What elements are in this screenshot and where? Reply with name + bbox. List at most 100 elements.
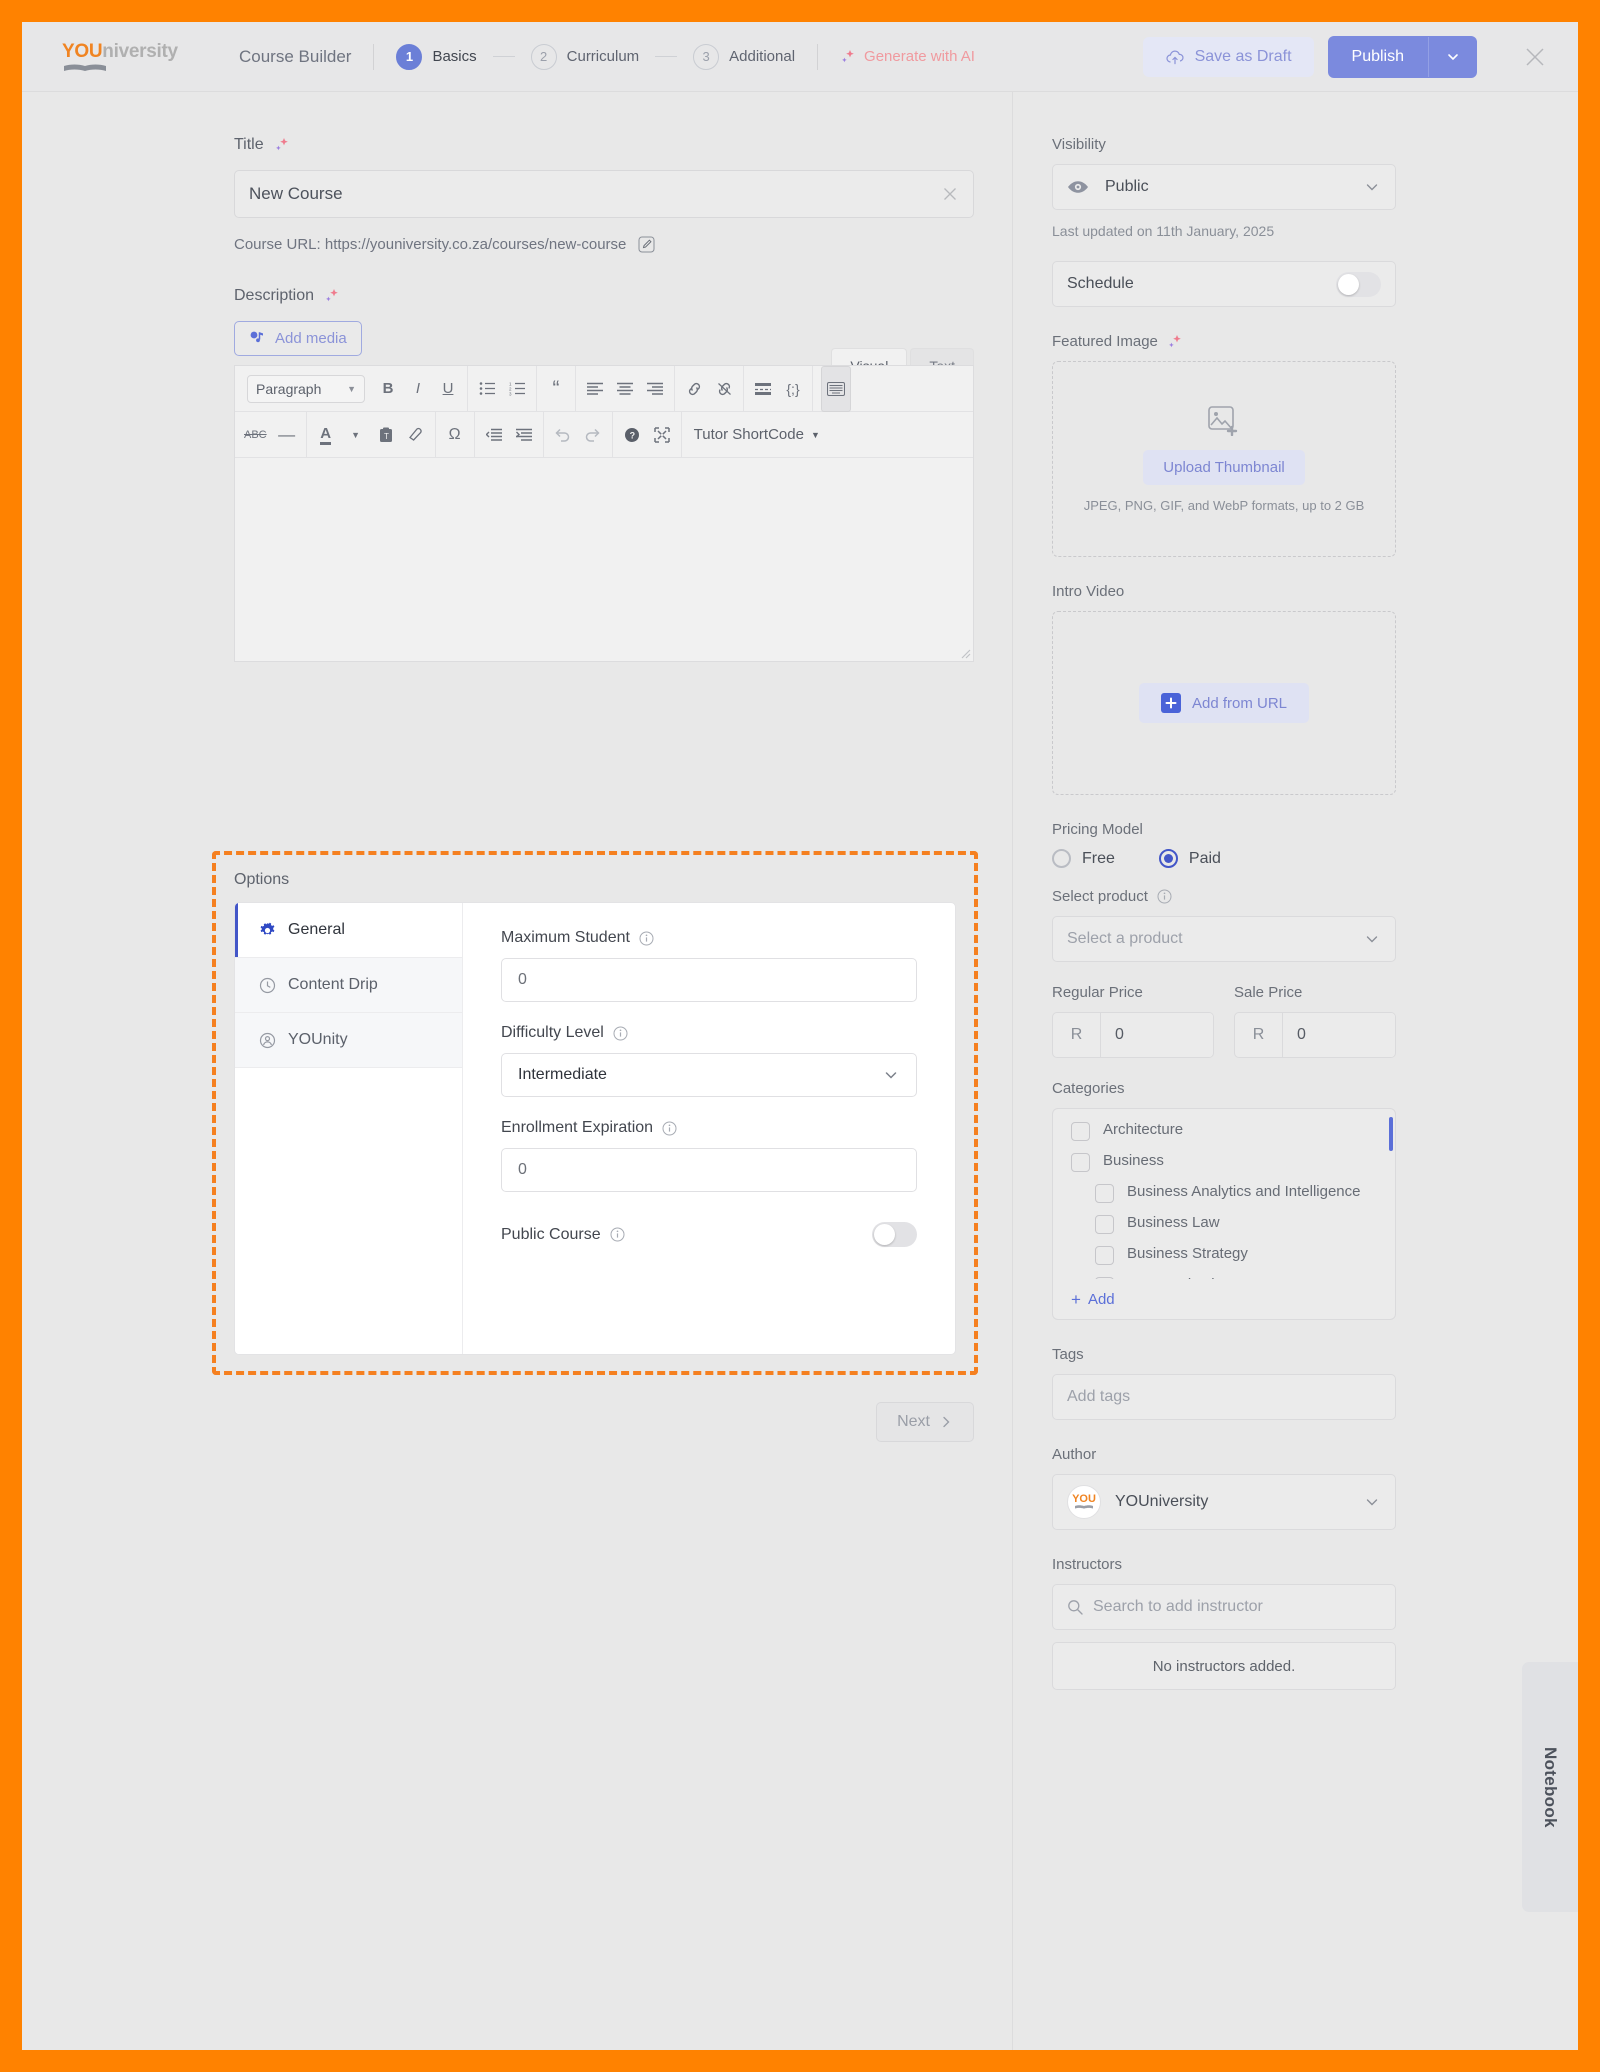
unlink-icon [717, 382, 731, 395]
difficulty-select[interactable]: Intermediate [501, 1053, 917, 1097]
italic-button[interactable]: I [403, 366, 433, 412]
options-tab-younity[interactable]: YOUnity [235, 1013, 462, 1068]
align-right-button[interactable] [640, 366, 670, 412]
category-item[interactable]: Business [1071, 1152, 1385, 1172]
tags-input[interactable]: Add tags [1052, 1374, 1396, 1420]
notebook-tab[interactable]: Notebook [1522, 1662, 1578, 1912]
bullet-list-button[interactable] [472, 366, 502, 412]
text-color-button[interactable]: A [311, 412, 341, 458]
undo-button[interactable] [548, 412, 578, 458]
checkbox[interactable] [1095, 1215, 1114, 1234]
sparkle-icon[interactable] [324, 288, 340, 304]
info-icon[interactable] [662, 1121, 677, 1136]
add-category-button[interactable]: + Add [1071, 1291, 1115, 1308]
regular-price-input[interactable]: R 0 [1052, 1012, 1214, 1058]
options-tab-content-drip[interactable]: Content Drip [235, 958, 462, 1013]
keyboard-shortcuts-button[interactable]: ? [617, 412, 647, 458]
next-button[interactable]: Next [876, 1402, 974, 1442]
sale-price-input[interactable]: R 0 [1234, 1012, 1396, 1058]
instructor-search-input[interactable]: Search to add instructor [1052, 1584, 1396, 1630]
sparkle-icon[interactable] [1167, 334, 1183, 350]
step-curriculum[interactable]: 2 Curriculum [530, 43, 639, 70]
max-student-label-row: Maximum Student [501, 929, 917, 947]
enrollment-input[interactable]: 0 [501, 1148, 917, 1192]
redo-button[interactable] [578, 412, 608, 458]
checkbox[interactable] [1095, 1277, 1114, 1279]
builder-body: Title New Course Course URL: https://you… [22, 92, 1578, 2050]
category-item[interactable]: Business Strategy [1071, 1245, 1385, 1265]
read-more-button[interactable] [748, 366, 778, 412]
radio-circle [1052, 849, 1071, 868]
horizontal-rule-button[interactable]: — [272, 412, 302, 458]
publish-dropdown-button[interactable] [1428, 36, 1477, 77]
bold-button[interactable]: B [373, 366, 403, 412]
generate-with-ai-button[interactable]: Generate with AI [840, 48, 975, 65]
avatar-text: YOU [1072, 1493, 1096, 1505]
underline-button[interactable]: U [433, 366, 463, 412]
align-left-button[interactable] [580, 366, 610, 412]
categories-scrollbar[interactable] [1389, 1117, 1393, 1151]
pricing-paid-option[interactable]: Paid [1158, 849, 1221, 868]
clear-formatting-button[interactable] [401, 412, 431, 458]
info-icon[interactable] [639, 931, 654, 946]
save-as-draft-button[interactable]: Save as Draft [1142, 36, 1314, 77]
paste-as-text-button[interactable]: T [371, 412, 401, 458]
max-student-input[interactable]: 0 [501, 958, 917, 1002]
editor-content-area[interactable] [235, 458, 973, 661]
text-color-dropdown[interactable]: ▼ [341, 412, 371, 458]
paragraph-format-select[interactable]: Paragraph ▼ [247, 374, 365, 403]
featured-image-dropzone[interactable]: Upload Thumbnail JPEG, PNG, GIF, and Web… [1052, 361, 1396, 557]
add-category-label: Add [1087, 1291, 1115, 1308]
upload-thumbnail-button[interactable]: Upload Thumbnail [1143, 449, 1305, 485]
select-product-dropdown[interactable]: Select a product [1052, 916, 1396, 962]
close-button[interactable] [1522, 44, 1548, 70]
checkbox[interactable] [1095, 1246, 1114, 1265]
blockquote-button[interactable]: “ [541, 366, 571, 412]
category-item[interactable]: Architecture [1071, 1121, 1385, 1141]
options-general-pane: Maximum Student 0 Difficulty Level Inter… [463, 903, 955, 1354]
checkbox[interactable] [1095, 1184, 1114, 1203]
info-icon[interactable] [1157, 889, 1172, 904]
add-from-url-button[interactable]: Add from URL [1138, 683, 1310, 723]
checkbox[interactable] [1071, 1153, 1090, 1172]
step-basics[interactable]: 1 Basics [396, 43, 477, 70]
category-item[interactable]: Business Law [1071, 1214, 1385, 1234]
add-media-button[interactable]: Add media [234, 321, 362, 356]
special-character-button[interactable]: Ω [440, 412, 470, 458]
edit-icon[interactable] [638, 236, 655, 253]
info-icon[interactable] [613, 1026, 628, 1041]
resize-handle[interactable] [957, 645, 971, 659]
category-item[interactable]: Business Analytics and Intelligence [1071, 1183, 1385, 1203]
step-number: 2 [530, 43, 557, 70]
publish-button[interactable]: Publish [1328, 36, 1428, 78]
pricing-free-option[interactable]: Free [1052, 849, 1115, 868]
schedule-toggle[interactable] [1336, 271, 1381, 297]
numbered-list-button[interactable]: 123 [502, 366, 532, 412]
fullscreen-button[interactable] [647, 412, 677, 458]
insert-link-button[interactable] [679, 366, 709, 412]
strikethrough-button[interactable]: ABC [239, 412, 272, 458]
logo[interactable]: YOUniversity [62, 41, 184, 73]
toggle-toolbar-button[interactable] [821, 365, 851, 412]
visibility-select[interactable]: Public [1052, 164, 1396, 210]
intro-video-dropzone[interactable]: Add from URL [1052, 611, 1396, 795]
clear-title-button[interactable] [941, 185, 959, 203]
info-icon[interactable] [610, 1227, 625, 1242]
public-course-toggle[interactable] [872, 1222, 917, 1247]
category-label: Architecture [1103, 1121, 1184, 1138]
book-icon [1075, 1505, 1093, 1509]
sparkle-icon[interactable] [274, 137, 290, 153]
author-select[interactable]: YOU YOUniversity [1052, 1474, 1396, 1530]
step-additional[interactable]: 3 Additional [693, 43, 795, 70]
outdent-button[interactable] [479, 412, 509, 458]
shortcode-brace-button[interactable]: {;} [778, 366, 808, 412]
tutor-shortcode-button[interactable]: Tutor ShortCode ▼ [682, 412, 832, 457]
course-title-input[interactable]: New Course [234, 170, 974, 218]
category-item[interactable]: Communication [1071, 1276, 1385, 1279]
course-url-text: Course URL: https://youniversity.co.za/c… [234, 236, 627, 253]
unlink-button[interactable] [709, 366, 739, 412]
options-tab-general[interactable]: General [235, 903, 462, 958]
align-center-button[interactable] [610, 366, 640, 412]
checkbox[interactable] [1071, 1122, 1090, 1141]
indent-button[interactable] [509, 412, 539, 458]
